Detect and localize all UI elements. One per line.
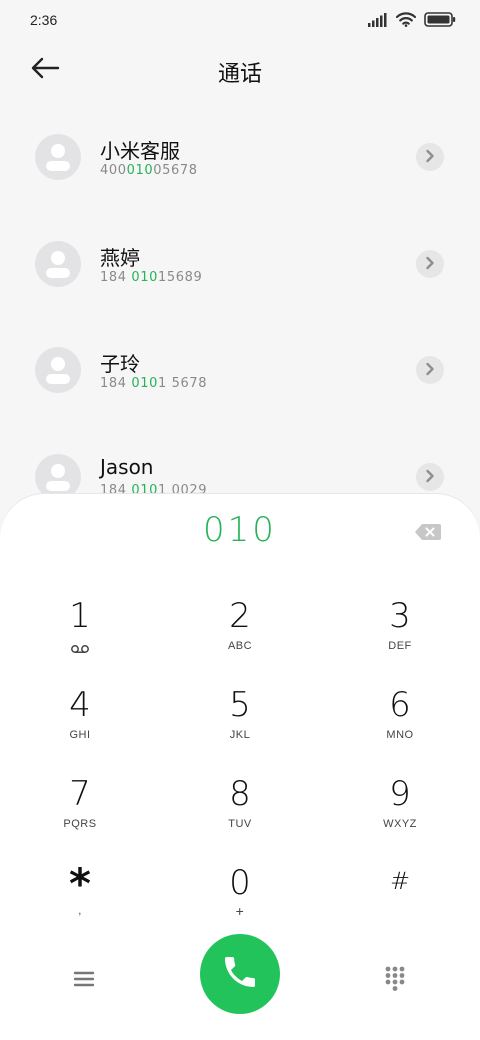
contact-name: 燕婷 xyxy=(100,246,140,270)
signal-icon xyxy=(368,12,388,31)
keypad-toggle-button[interactable] xyxy=(378,962,412,996)
wifi-icon xyxy=(395,12,417,31)
key-letters: JKL xyxy=(229,729,251,741)
status-bar: 2:36 xyxy=(0,0,480,40)
voicemail-icon xyxy=(20,640,140,654)
contact-number: 184 01015689 xyxy=(100,270,203,285)
key-letters: PQRS xyxy=(63,818,97,830)
contact-name: Jason xyxy=(100,455,154,479)
avatar xyxy=(35,134,81,180)
key-letters: TUV xyxy=(228,818,252,830)
key-hash[interactable]: # xyxy=(340,863,460,943)
match-highlight: 010 xyxy=(126,163,154,178)
key-digit: 9 xyxy=(389,774,411,814)
contact-number: 40001005678 xyxy=(100,163,198,178)
key-3[interactable]: 3 DEF xyxy=(340,596,460,676)
key-star[interactable]: * , xyxy=(20,863,140,943)
key-6[interactable]: 6 MNO xyxy=(340,685,460,765)
status-icons xyxy=(368,12,456,31)
match-highlight: 010 xyxy=(131,376,158,391)
contact-item[interactable]: 子玲 184 0101 5678 xyxy=(0,318,480,424)
key-letters: + xyxy=(235,903,245,919)
key-letters: GHI xyxy=(69,729,91,741)
page-title: 通话 xyxy=(217,62,262,87)
match-highlight: 010 xyxy=(131,270,158,285)
dialpad-sheet: 010 1 2 ABC 3 DEF 4 GHI 5 JKL 6 MNO 7 PQ… xyxy=(0,494,480,1040)
key-9[interactable]: 9 WXYZ xyxy=(340,774,460,854)
menu-icon xyxy=(66,971,102,998)
battery-icon xyxy=(424,12,456,31)
chevron-right-icon xyxy=(425,468,435,487)
contact-detail-button[interactable] xyxy=(416,250,444,278)
key-letters: DEF xyxy=(388,640,412,652)
phone-icon xyxy=(220,952,260,996)
contact-number: 184 0101 5678 xyxy=(100,376,208,391)
contact-detail-button[interactable] xyxy=(416,356,444,384)
backspace-icon xyxy=(414,524,442,545)
backspace-button[interactable] xyxy=(414,523,442,541)
dialer-bottom-bar xyxy=(0,934,480,1024)
chevron-right-icon xyxy=(425,148,435,167)
key-8[interactable]: 8 TUV xyxy=(180,774,300,854)
key-digit: 4 xyxy=(69,685,91,725)
key-4[interactable]: 4 GHI xyxy=(20,685,140,765)
avatar xyxy=(35,347,81,393)
key-digit: 2 xyxy=(229,596,251,636)
contact-name: 子玲 xyxy=(100,352,140,376)
key-letters: MNO xyxy=(386,729,414,741)
key-digit: 3 xyxy=(389,596,411,636)
key-digit: # xyxy=(389,867,411,895)
contact-item[interactable]: 小米客服 40001005678 xyxy=(0,105,480,211)
key-5[interactable]: 5 JKL xyxy=(180,685,300,765)
contact-name: 小米客服 xyxy=(100,139,180,163)
contact-item[interactable]: 燕婷 184 01015689 xyxy=(0,212,480,318)
key-7[interactable]: 7 PQRS xyxy=(20,774,140,854)
chevron-right-icon xyxy=(425,255,435,274)
key-1[interactable]: 1 xyxy=(20,596,140,676)
key-digit: 5 xyxy=(229,685,251,725)
key-letters: ABC xyxy=(227,640,253,652)
avatar xyxy=(35,241,81,287)
call-button[interactable] xyxy=(200,934,280,1014)
key-digit: * xyxy=(69,859,91,908)
key-digit: 0 xyxy=(229,863,251,903)
contact-detail-button[interactable] xyxy=(416,143,444,171)
menu-button[interactable] xyxy=(66,964,102,994)
key-digit: 8 xyxy=(229,774,251,814)
key-2[interactable]: 2 ABC xyxy=(180,596,300,676)
contact-detail-button[interactable] xyxy=(416,463,444,491)
key-letters: WXYZ xyxy=(383,818,417,830)
dial-input[interactable]: 010 xyxy=(0,510,480,550)
key-letters: , xyxy=(78,905,82,917)
header: 通话 xyxy=(0,40,480,100)
status-time: 2:36 xyxy=(30,12,58,28)
key-digit: 1 xyxy=(69,596,91,636)
dialpad-icon xyxy=(378,966,412,1000)
key-digit: 7 xyxy=(69,774,91,814)
key-digit: 6 xyxy=(389,685,411,725)
chevron-right-icon xyxy=(425,361,435,380)
key-0[interactable]: 0 + xyxy=(180,863,300,943)
